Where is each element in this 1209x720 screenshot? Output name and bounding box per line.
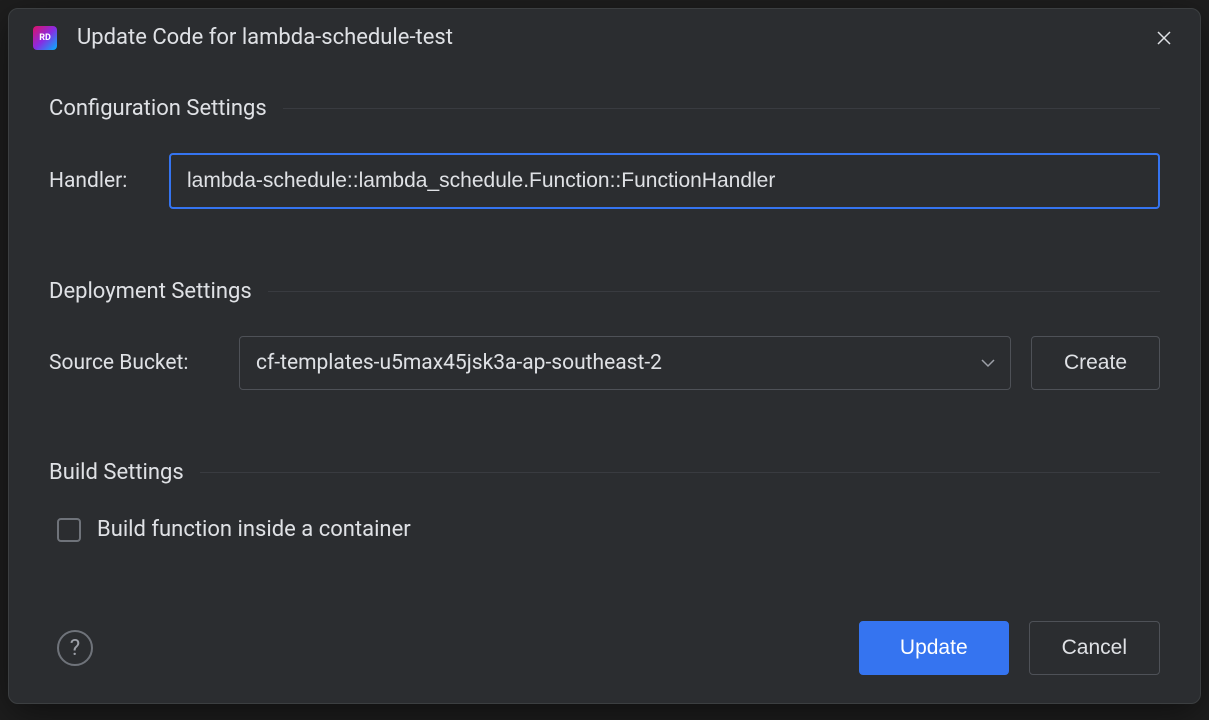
- build-section-header: Build Settings: [49, 460, 1160, 485]
- deployment-section-header: Deployment Settings: [49, 279, 1160, 304]
- build-container-label: Build function inside a container: [97, 517, 411, 542]
- section-divider: [200, 472, 1160, 473]
- section-divider: [268, 291, 1160, 292]
- handler-row: Handler:: [49, 153, 1160, 209]
- config-section-title: Configuration Settings: [49, 96, 267, 121]
- help-button[interactable]: ?: [57, 630, 93, 666]
- dialog-content: Configuration Settings Handler: Deployme…: [9, 66, 1200, 621]
- deployment-section-title: Deployment Settings: [49, 279, 252, 304]
- create-bucket-button[interactable]: Create: [1031, 336, 1160, 390]
- source-bucket-label: Source Bucket:: [49, 351, 219, 375]
- handler-label: Handler:: [49, 169, 149, 193]
- update-code-dialog: RD Update Code for lambda-schedule-test …: [8, 8, 1201, 704]
- source-bucket-row: Source Bucket: cf-templates-u5max45jsk3a…: [49, 336, 1160, 390]
- update-button[interactable]: Update: [859, 621, 1009, 675]
- build-container-row: Build function inside a container: [49, 517, 1160, 542]
- source-bucket-select[interactable]: cf-templates-u5max45jsk3a-ap-southeast-2: [239, 336, 1011, 390]
- close-button[interactable]: [1152, 26, 1176, 50]
- dialog-title: Update Code for lambda-schedule-test: [77, 25, 1132, 50]
- dialog-footer: ? Update Cancel: [9, 621, 1200, 703]
- close-icon: [1157, 31, 1171, 45]
- source-bucket-select-wrapper: cf-templates-u5max45jsk3a-ap-southeast-2: [239, 336, 1011, 390]
- handler-input[interactable]: [169, 153, 1160, 209]
- section-divider: [283, 108, 1160, 109]
- config-section-header: Configuration Settings: [49, 96, 1160, 121]
- app-icon: RD: [33, 26, 57, 50]
- titlebar: RD Update Code for lambda-schedule-test: [9, 9, 1200, 66]
- build-container-checkbox[interactable]: [57, 518, 81, 542]
- build-section-title: Build Settings: [49, 460, 184, 485]
- cancel-button[interactable]: Cancel: [1029, 621, 1160, 675]
